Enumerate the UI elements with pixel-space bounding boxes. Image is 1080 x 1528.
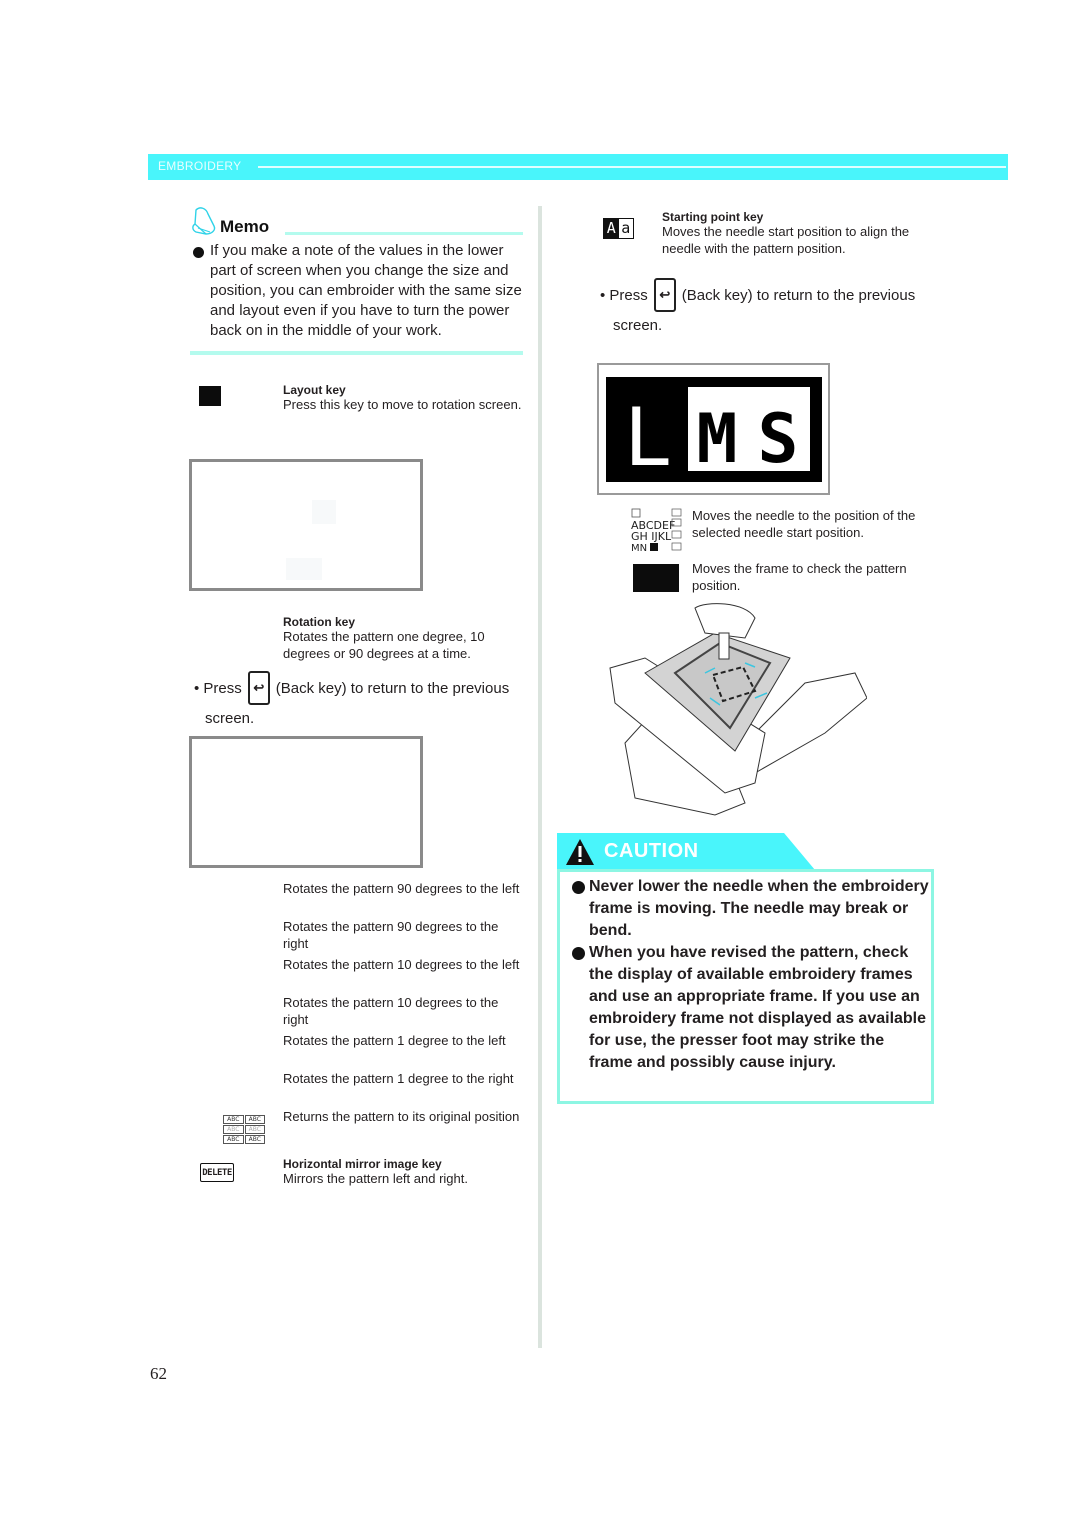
bullet-icon	[572, 881, 585, 894]
page-number: 62	[150, 1364, 167, 1383]
bullet-dot: •	[600, 286, 610, 304]
embroidery-machine-illustration	[609, 603, 867, 816]
bell-icon	[192, 207, 216, 235]
rotate-10-left-description: Rotates the pattern 10 degrees to the le…	[283, 957, 520, 972]
memo-text: If you make a note of the values in the …	[210, 242, 522, 339]
rotation-key-description: Rotation key Rotates the pattern one deg…	[283, 615, 523, 662]
icon-letter: A	[604, 219, 619, 238]
press-suffix: (Back key) to return to the previous	[681, 286, 916, 304]
bullet-dot: •	[194, 679, 204, 697]
warning-icon	[566, 839, 594, 865]
press-back-instruction-right: • Press ↩ (Back key) to return to the pr…	[600, 278, 915, 312]
frame-check-description: Moves the frame to check the pattern pos…	[692, 561, 907, 593]
starting-point-key-description: Starting point key Moves the needle star…	[662, 210, 922, 257]
reset-cell: ABC	[244, 1115, 265, 1124]
layout-screen-image	[189, 459, 423, 591]
ghost-key	[312, 500, 336, 524]
rotate-1-left-description: Rotates the pattern 1 degree to the left	[283, 1033, 506, 1048]
press-suffix: (Back key) to return to the previous	[275, 679, 510, 697]
memo-title: Memo	[220, 217, 270, 236]
rotate-90-left-description: Rotates the pattern 90 degrees to the le…	[283, 881, 520, 896]
lms-display: L M S	[606, 377, 822, 482]
frame-check-key-icon	[633, 564, 679, 592]
rotation-key-text: Rotates the pattern one degree, 10 degre…	[283, 629, 485, 661]
layout-key-description: Layout key Press this key to move to rot…	[283, 383, 523, 414]
reset-rotation-icon: ABC ABC ABC ABC ABC ABC	[223, 1115, 265, 1144]
svg-text:MN: MN	[631, 543, 647, 553]
mirror-key-icon: DELETE	[200, 1163, 234, 1182]
back-key-icon[interactable]: ↩	[653, 278, 676, 312]
press-continuation: screen.	[613, 317, 663, 334]
lms-letter-s: S	[758, 400, 799, 479]
lms-letter-m: M	[697, 400, 738, 479]
needle-position-description: Moves the needle to the position of the …	[692, 508, 916, 540]
reset-cell: ABC	[223, 1135, 244, 1144]
header-rule	[258, 166, 1006, 168]
rotate-10-right-description: Rotates the pattern 10 degrees to the ri…	[283, 995, 499, 1027]
section-label: EMBROIDERY	[158, 159, 242, 173]
caution-title: CAUTION	[604, 840, 699, 862]
needle-position-icon: ABCDEF GH IJKL MN	[631, 508, 682, 553]
layout-key-text: Press this key to move to rotation scree…	[283, 397, 522, 412]
icon-letter: a	[618, 219, 633, 238]
press-prefix: Press	[609, 286, 648, 304]
mirror-key-title: Horizontal mirror image key	[283, 1157, 442, 1171]
ghost-key	[286, 558, 322, 580]
starting-point-key-text: Moves the needle start position to align…	[662, 224, 910, 256]
starting-point-key-title: Starting point key	[662, 210, 764, 224]
lms-letter-l: L	[624, 391, 672, 482]
reset-rotation-description: Returns the pattern to its original posi…	[283, 1109, 520, 1124]
reset-cell: ABC	[223, 1115, 244, 1124]
reset-cell: ABC	[244, 1135, 265, 1144]
layout-key-title: Layout key	[283, 383, 346, 397]
press-back-instruction: • Press ↩ (Back key) to return to the pr…	[194, 671, 509, 705]
bullet-icon	[572, 947, 585, 960]
layout-key-icon	[199, 386, 221, 406]
svg-text:GH IJKL: GH IJKL	[631, 530, 672, 543]
caution-item: Never lower the needle when the embroide…	[589, 878, 929, 939]
rotation-screen-image	[189, 736, 423, 868]
memo-rule-bottom	[190, 351, 523, 355]
press-continuation: screen.	[205, 710, 255, 727]
back-key-icon[interactable]: ↩	[247, 671, 270, 705]
caution-item: When you have revised the pattern, check…	[589, 944, 927, 1071]
reset-cell: ABC	[244, 1125, 265, 1134]
bullet-icon	[193, 247, 204, 258]
mirror-key-description: Horizontal mirror image key Mirrors the …	[283, 1157, 523, 1188]
reset-cell: ABC	[223, 1125, 244, 1134]
rotate-1-right-description: Rotates the pattern 1 degree to the righ…	[283, 1071, 514, 1086]
memo-rule	[285, 232, 523, 235]
press-prefix: Press	[203, 679, 242, 697]
column-divider	[538, 206, 542, 1348]
starting-point-key-icon: A a	[603, 218, 634, 239]
rotate-90-right-description: Rotates the pattern 90 degrees to the ri…	[283, 919, 499, 951]
presser-foot	[718, 632, 730, 660]
rotation-key-title: Rotation key	[283, 615, 356, 629]
mirror-key-text: Mirrors the pattern left and right.	[283, 1171, 468, 1186]
